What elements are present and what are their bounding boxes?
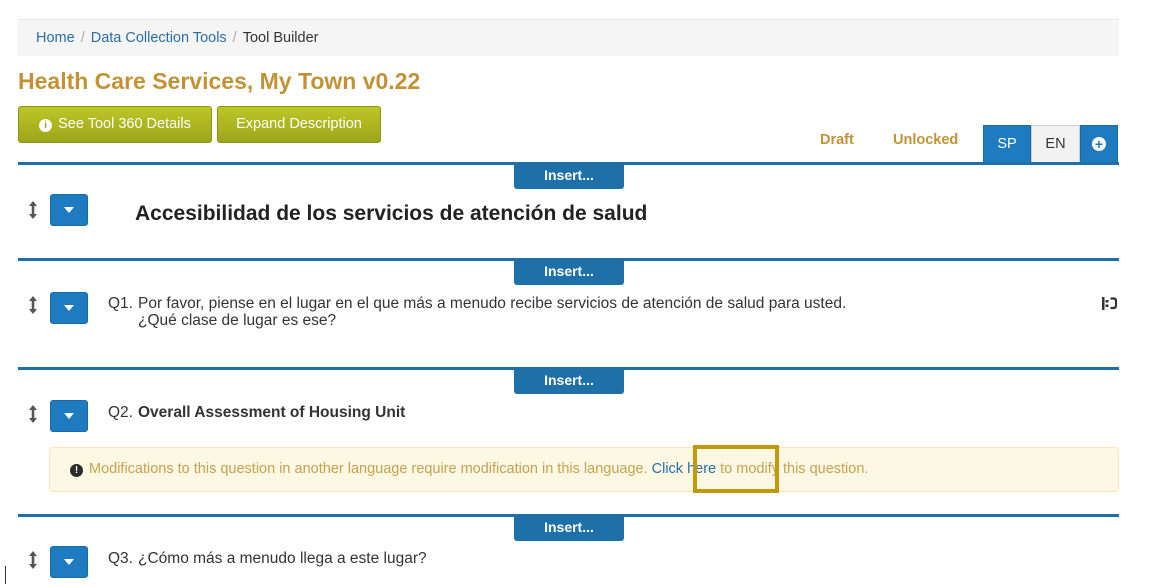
drag-handle-icon[interactable] — [26, 549, 40, 571]
question-number: Q2. — [108, 404, 133, 421]
page-title: Health Care Services, My Town v0.22 — [18, 68, 421, 94]
expand-description-button[interactable]: Expand Description — [217, 106, 381, 143]
modification-alert: ! Modifications to this question in anoth… — [49, 447, 1119, 492]
see-tool-details-label: See Tool 360 Details — [58, 116, 191, 132]
insert-button[interactable]: Insert... — [514, 516, 624, 541]
exclamation-circle-icon: ! — [70, 464, 83, 477]
breadcrumb: Home / Data Collection Tools / Tool Builder — [18, 19, 1119, 56]
breadcrumb-separator: / — [80, 30, 85, 46]
collapse-question-button[interactable] — [50, 400, 88, 432]
translate-icon[interactable] — [1101, 296, 1117, 311]
breadcrumb-current: Tool Builder — [242, 30, 319, 46]
question-number: Q1. — [108, 295, 133, 312]
question-text-line2: ¿Qué clase de lugar es ese? — [138, 312, 337, 329]
highlight-box — [693, 445, 779, 493]
caret-down-icon — [64, 413, 74, 419]
caret-down-icon — [64, 305, 74, 311]
question-text: Overall Assessment of Housing Unit — [138, 404, 406, 421]
draft-status: Draft — [820, 132, 854, 148]
plus-circle-icon: + — [1092, 137, 1106, 151]
caret-down-icon — [64, 559, 74, 565]
add-language-button[interactable]: + — [1080, 125, 1118, 163]
info-circle-icon: i — [39, 119, 53, 132]
alert-text: Modifications to this question in anothe… — [89, 461, 652, 477]
breadcrumb-home-link[interactable]: Home — [36, 30, 75, 46]
language-en-button[interactable]: EN — [1031, 125, 1080, 163]
lock-status: Unlocked — [893, 132, 959, 148]
language-sp-button[interactable]: SP — [983, 125, 1031, 163]
collapse-question-button[interactable] — [50, 546, 88, 578]
insert-button[interactable]: Insert... — [514, 369, 624, 394]
breadcrumb-tools-link[interactable]: Data Collection Tools — [91, 30, 227, 46]
drag-handle-icon[interactable] — [26, 199, 40, 221]
question-text: Por favor, piense en el lugar en el que … — [138, 295, 847, 312]
section-title: Accesibilidad de los servicios de atenci… — [135, 202, 648, 225]
expand-description-label: Expand Description — [236, 116, 362, 132]
caret-down-icon — [64, 207, 74, 213]
collapse-question-button[interactable] — [50, 292, 88, 324]
language-toggle: SP EN + — [983, 125, 1118, 163]
question-text: ¿Cómo más a menudo llega a este lugar? — [138, 550, 427, 567]
drag-handle-icon[interactable] — [26, 403, 40, 425]
insert-button[interactable]: Insert... — [514, 260, 624, 285]
text-cursor — [5, 566, 6, 584]
drag-handle-icon[interactable] — [26, 294, 40, 316]
insert-button[interactable]: Insert... — [514, 164, 624, 189]
collapse-section-button[interactable] — [50, 194, 88, 226]
question-number: Q3. — [108, 550, 133, 567]
breadcrumb-separator: / — [232, 30, 237, 46]
see-tool-details-button[interactable]: i See Tool 360 Details — [18, 106, 212, 143]
